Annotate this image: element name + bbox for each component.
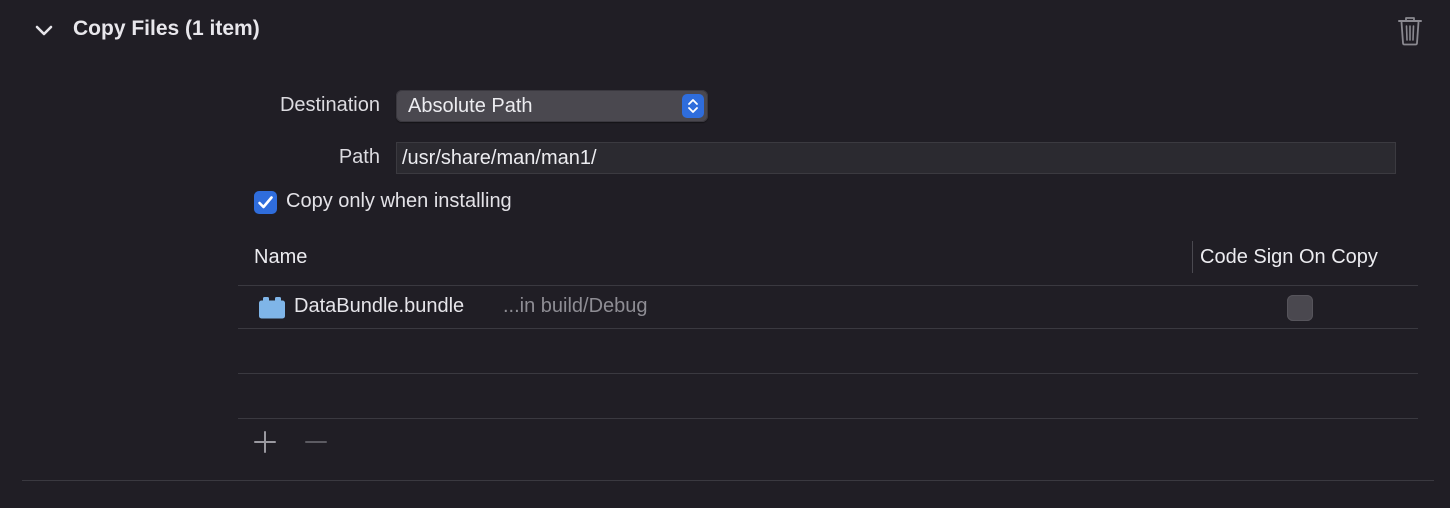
column-divider[interactable]	[1192, 241, 1193, 273]
minus-icon[interactable]	[305, 431, 327, 453]
copy-only-label: Copy only when installing	[286, 190, 512, 212]
destination-popup[interactable]: Absolute Path	[396, 90, 708, 122]
table-header-separator	[238, 285, 1418, 286]
checkmark-icon	[258, 196, 273, 209]
row-separator	[238, 373, 1418, 374]
bundle-icon	[259, 297, 285, 319]
copy-only-checkbox[interactable]	[254, 191, 277, 214]
file-name: DataBundle.bundle	[294, 295, 465, 317]
section-separator	[22, 480, 1434, 481]
section-title: Copy Files (1 item)	[73, 17, 260, 40]
file-location: ...in build/Debug	[503, 295, 648, 317]
plus-icon[interactable]	[254, 431, 276, 453]
destination-label: Destination	[279, 94, 380, 116]
code-sign-checkbox[interactable]	[1287, 295, 1313, 321]
path-label: Path	[338, 146, 380, 168]
row-separator	[238, 418, 1418, 419]
row-separator	[238, 328, 1418, 329]
path-value: /usr/share/man/man1/	[402, 147, 597, 169]
copy-files-phase: Copy Files (1 item) Destination Absolute…	[0, 0, 1450, 508]
section-header: Copy Files (1 item)	[0, 0, 1450, 62]
trash-icon[interactable]	[1397, 16, 1423, 46]
column-header-name[interactable]: Name	[254, 246, 307, 269]
column-header-code-sign[interactable]: Code Sign On Copy	[1200, 246, 1400, 269]
path-field[interactable]: /usr/share/man/man1/	[396, 142, 1396, 174]
destination-value: Absolute Path	[408, 95, 533, 117]
popup-stepper-icon	[682, 94, 704, 118]
chevron-down-icon[interactable]	[33, 20, 55, 42]
